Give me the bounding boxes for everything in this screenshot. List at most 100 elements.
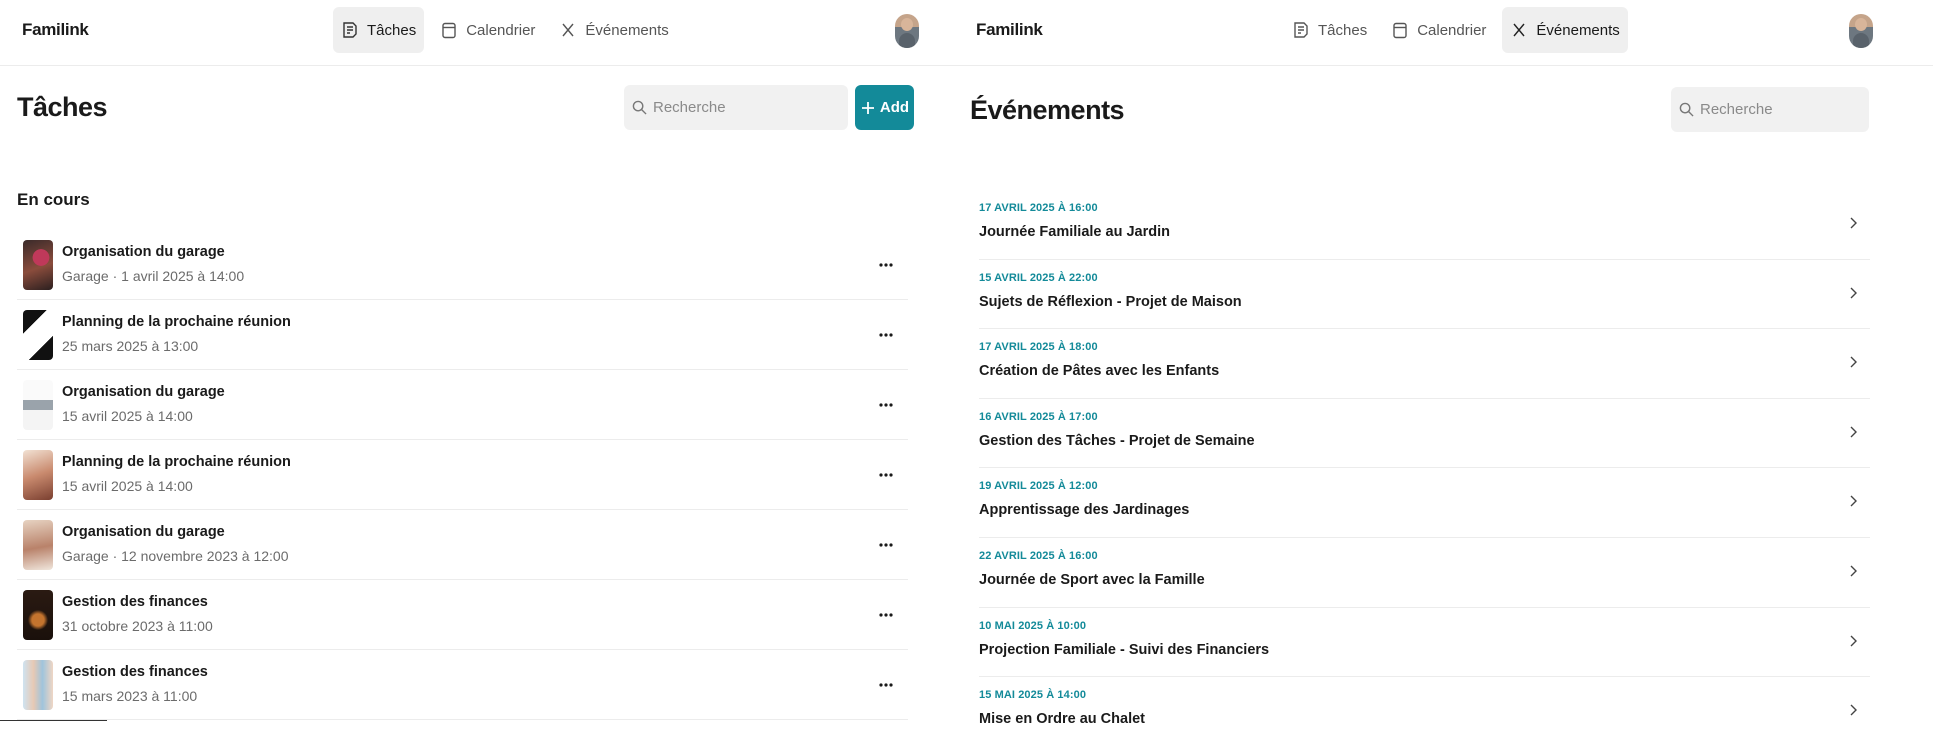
scrollbar[interactable]	[0, 720, 107, 721]
event-date: 22 AVRIL 2025 À 16:00	[979, 549, 1098, 562]
task-thumbnail	[23, 310, 53, 360]
task-title: Organisation du garage	[62, 524, 225, 540]
event-name: Journée de Sport avec la Famille	[979, 571, 1205, 588]
task-subtitle: 15 avril 2025 à 14:00	[62, 478, 193, 494]
tab-evenements[interactable]: Événements	[1502, 7, 1628, 53]
search-icon	[632, 100, 647, 115]
brand-logo[interactable]: Familink	[976, 20, 1043, 40]
task-thumbnail	[23, 660, 53, 710]
event-row[interactable]: 10 MAI 2025 À 10:00 Projection Familiale…	[979, 608, 1870, 678]
event-name: Apprentissage des Jardinages	[979, 502, 1190, 519]
task-row[interactable]: Planning de la prochaine réunion 25 mars…	[17, 300, 908, 370]
task-subtitle: 15 avril 2025 à 14:00	[62, 408, 193, 424]
tab-calendrier-label: Calendrier	[1417, 21, 1487, 39]
event-name: Mise en Ordre au Chalet	[979, 711, 1145, 728]
event-date: 17 AVRIL 2025 À 16:00	[979, 202, 1098, 214]
task-row[interactable]: Organisation du garage Garage · 1 avril …	[17, 230, 908, 300]
event-row[interactable]: 15 AVRIL 2025 À 22:00 Sujets de Réflexio…	[979, 260, 1870, 330]
tab-calendrier[interactable]: Calendrier	[432, 7, 543, 53]
chevron-right-icon[interactable]	[1842, 490, 1864, 512]
task-thumbnail	[23, 380, 53, 430]
task-thumbnail	[23, 450, 53, 500]
task-title: Planning de la prochaine réunion	[62, 454, 291, 470]
more-options-button[interactable]	[870, 320, 902, 350]
chevron-right-icon[interactable]	[1842, 421, 1864, 443]
add-button-label: Add	[879, 99, 910, 116]
task-subtitle: 15 mars 2023 à 11:00	[62, 688, 198, 704]
chevron-right-icon[interactable]	[1842, 282, 1864, 304]
calendar-icon	[1393, 22, 1407, 39]
tab-taches[interactable]: Tâches	[333, 7, 425, 53]
event-row[interactable]: 17 AVRIL 2025 À 16:00 Journée Familiale …	[979, 190, 1870, 260]
tab-evenements-label: Événements	[1536, 21, 1620, 39]
page-title: Événements	[970, 95, 1125, 125]
more-options-button[interactable]	[870, 250, 902, 280]
event-date: 16 AVRIL 2025 À 17:00	[979, 410, 1098, 423]
search-box[interactable]	[1671, 87, 1869, 132]
main-nav: Tâches Calendrier Événements	[1284, 7, 1628, 53]
more-icon	[879, 473, 893, 477]
search-box[interactable]	[624, 85, 848, 130]
chevron-right-icon[interactable]	[1842, 351, 1864, 373]
top-navbar: Familink Tâches Calendrier Événements	[950, 0, 1933, 66]
more-icon	[879, 263, 893, 267]
more-options-button[interactable]	[870, 460, 902, 490]
x-icon	[1513, 23, 1525, 37]
more-options-button[interactable]	[870, 670, 902, 700]
x-icon	[562, 23, 574, 37]
section-title-en-cours: En cours	[17, 190, 90, 209]
event-name: Sujets de Réflexion - Projet de Maison	[979, 293, 1242, 310]
add-button[interactable]: Add	[855, 85, 914, 130]
task-thumbnail	[23, 590, 53, 640]
tab-taches[interactable]: Tâches	[1284, 7, 1375, 53]
more-options-button[interactable]	[870, 600, 902, 630]
search-input[interactable]	[1700, 101, 1861, 118]
more-options-button[interactable]	[870, 530, 902, 560]
tasks-screen: Familink Tâches Calendrier Événements Tâ…	[0, 0, 950, 734]
tab-calendrier[interactable]: Calendrier	[1383, 7, 1494, 53]
chevron-right-icon[interactable]	[1842, 699, 1864, 721]
event-row[interactable]: 16 AVRIL 2025 À 17:00 Gestion des Tâches…	[979, 399, 1870, 469]
chevron-right-icon[interactable]	[1842, 212, 1864, 234]
event-name: Gestion des Tâches - Projet de Semaine	[979, 432, 1255, 449]
task-title: Organisation du garage	[62, 384, 225, 400]
task-title: Organisation du garage	[62, 244, 225, 260]
task-row[interactable]: Planning de la prochaine réunion 15 avri…	[17, 440, 908, 510]
task-list-icon	[1294, 22, 1308, 38]
more-icon	[879, 543, 893, 547]
search-icon	[1679, 102, 1694, 117]
task-row[interactable]: Gestion des finances 15 mars 2023 à 11:0…	[17, 650, 908, 720]
plus-icon	[861, 101, 874, 114]
event-date: 15 MAI 2025 À 14:00	[979, 689, 1087, 702]
task-thumbnail	[23, 240, 53, 290]
more-icon	[879, 683, 893, 687]
brand-logo[interactable]: Familink	[22, 20, 89, 40]
task-subtitle: Garage · 12 novembre 2023 à 12:00	[62, 548, 289, 564]
task-title: Gestion des finances	[62, 594, 208, 610]
user-avatar[interactable]	[1849, 14, 1873, 48]
user-avatar[interactable]	[895, 14, 919, 48]
event-row[interactable]: 22 AVRIL 2025 À 16:00 Journée de Sport a…	[979, 538, 1870, 608]
task-row[interactable]: Organisation du garage 15 avril 2025 à 1…	[17, 370, 908, 440]
event-row[interactable]: 17 AVRIL 2025 À 18:00 Création de Pâtes …	[979, 329, 1870, 399]
search-input[interactable]	[653, 99, 840, 116]
chevron-right-icon[interactable]	[1842, 630, 1864, 652]
task-row[interactable]: Organisation du garage Garage · 12 novem…	[17, 510, 908, 580]
tab-evenements[interactable]: Événements	[551, 7, 676, 53]
task-subtitle: 31 octobre 2023 à 11:00	[62, 618, 213, 634]
more-options-button[interactable]	[870, 390, 902, 420]
event-date: 17 AVRIL 2025 À 18:00	[979, 341, 1098, 354]
task-title: Planning de la prochaine réunion	[62, 314, 291, 330]
more-icon	[879, 403, 893, 407]
main-nav: Tâches Calendrier Événements	[333, 7, 677, 53]
events-screen: Familink Tâches Calendrier Événements Év…	[950, 0, 1933, 734]
more-icon	[879, 333, 893, 337]
chevron-right-icon[interactable]	[1842, 560, 1864, 582]
event-row[interactable]: 15 MAI 2025 À 14:00 Mise en Ordre au Cha…	[979, 677, 1870, 734]
task-subtitle: 25 mars 2025 à 13:00	[62, 338, 199, 354]
event-date: 19 AVRIL 2025 À 12:00	[979, 480, 1098, 493]
task-row[interactable]: Gestion des finances 31 octobre 2023 à 1…	[17, 580, 908, 650]
task-thumbnail	[23, 520, 53, 570]
event-row[interactable]: 19 AVRIL 2025 À 12:00 Apprentissage des …	[979, 468, 1870, 538]
event-date: 15 AVRIL 2025 À 22:00	[979, 271, 1098, 284]
